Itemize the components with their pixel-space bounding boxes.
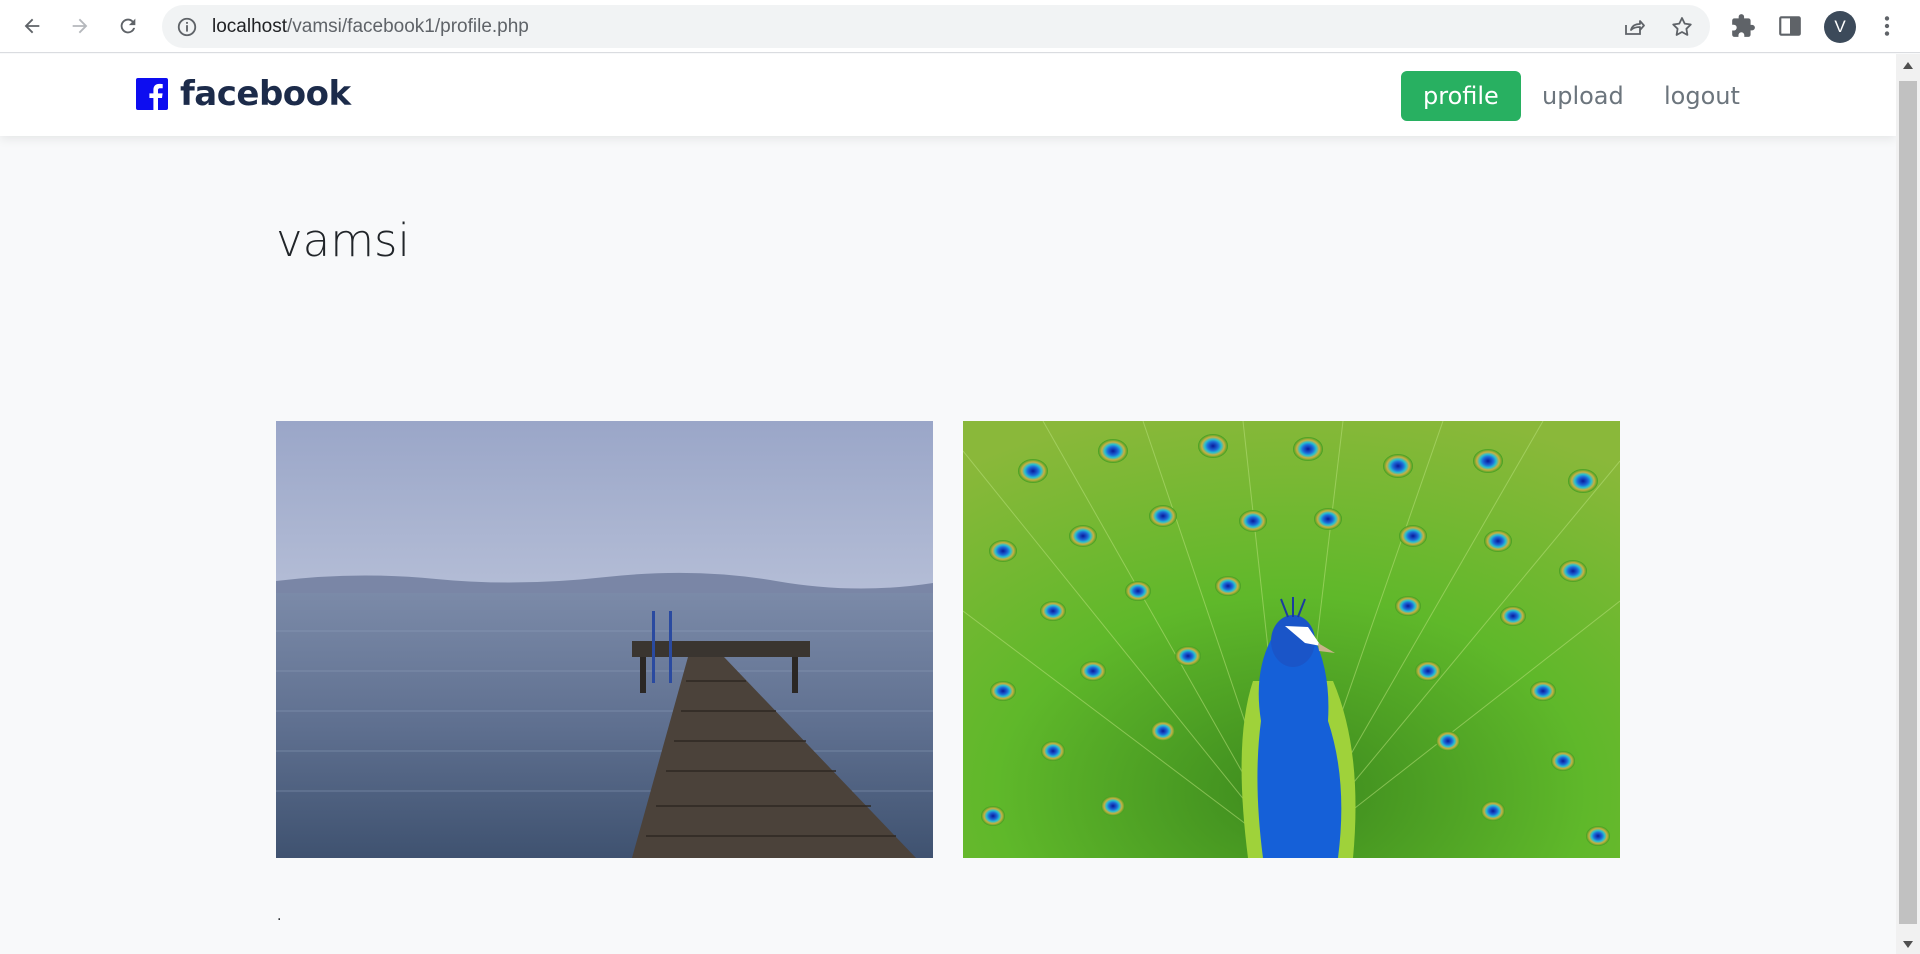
address-bar[interactable]: localhost/vamsi/facebook1/profile.php <box>162 5 1710 48</box>
photo-peacock[interactable] <box>963 421 1620 858</box>
scroll-down-icon[interactable] <box>1903 941 1913 948</box>
back-button[interactable] <box>15 9 49 43</box>
arrow-right-icon <box>72 18 88 34</box>
profile-username: vamsi <box>276 214 410 267</box>
profile-avatar[interactable]: V <box>1824 11 1856 43</box>
photo-pier[interactable] <box>276 421 933 858</box>
url-text: localhost/vamsi/facebook1/profile.php <box>212 16 529 37</box>
share-icon[interactable] <box>1622 15 1646 39</box>
forward-button[interactable] <box>63 9 97 43</box>
scrollbar-thumb[interactable] <box>1899 81 1917 924</box>
facebook-logo-icon <box>136 78 168 110</box>
page-scrollbar[interactable] <box>1896 54 1920 954</box>
arrow-left-icon <box>24 18 40 34</box>
reload-button[interactable] <box>111 9 145 43</box>
footer-text: . <box>277 908 282 924</box>
nav-logout[interactable]: logout <box>1642 71 1762 121</box>
info-icon <box>177 17 197 37</box>
brand-link[interactable]: facebook <box>136 74 351 114</box>
more-vert-icon[interactable] <box>1874 13 1900 39</box>
page-content: facebook profile upload logout vamsi . <box>0 54 1896 954</box>
browser-toolbar: localhost/vamsi/facebook1/profile.php V <box>0 0 1920 53</box>
nav-upload[interactable]: upload <box>1520 71 1646 121</box>
reload-icon <box>120 18 136 34</box>
site-navbar: facebook profile upload logout <box>0 54 1896 136</box>
nav-profile[interactable]: profile <box>1401 71 1521 121</box>
brand-name: facebook <box>180 74 351 114</box>
pier-image <box>276 421 933 858</box>
extensions-puzzle-icon[interactable] <box>1730 13 1756 39</box>
scroll-up-icon[interactable] <box>1903 62 1913 69</box>
side-panel-icon[interactable] <box>1777 13 1803 39</box>
peacock-image <box>963 421 1620 858</box>
bookmark-star-icon[interactable] <box>1670 15 1694 39</box>
